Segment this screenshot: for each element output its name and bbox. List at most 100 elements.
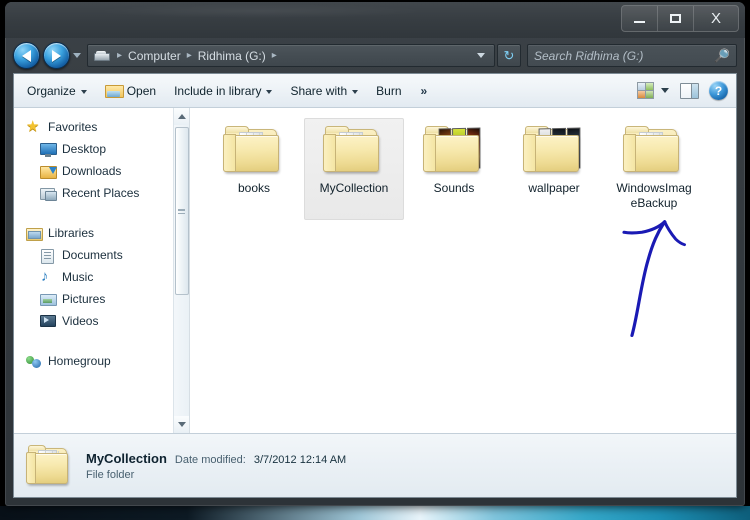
preview-pane-icon[interactable] — [680, 82, 699, 99]
desktop-icon — [40, 142, 57, 157]
sidebar-item-music[interactable]: Music — [14, 266, 189, 288]
file-item-label: books — [237, 181, 271, 195]
sidebar-item-label: Homegroup — [48, 354, 111, 368]
views-grid-icon[interactable] — [637, 82, 654, 99]
breadcrumb-separator: ▸ — [271, 49, 277, 61]
file-item-label: WindowsImageBackup — [616, 181, 692, 210]
sidebar-item-homegroup[interactable]: Homegroup — [14, 350, 189, 372]
views-dropdown-icon[interactable] — [661, 88, 669, 93]
back-button[interactable] — [13, 42, 40, 69]
folder-icon — [26, 444, 72, 487]
sidebar-item-recent-places[interactable]: Recent Places — [14, 182, 189, 204]
breadcrumb-separator: ▸ — [186, 49, 192, 61]
scroll-up-arrow-icon — [177, 114, 186, 119]
folder-icon — [223, 125, 285, 175]
burn-button[interactable]: Burn — [367, 78, 410, 104]
folder-icon — [623, 125, 685, 175]
maximize-button[interactable] — [658, 6, 694, 31]
file-item-mycollection[interactable]: MyCollection — [304, 118, 404, 220]
close-button[interactable]: X — [694, 6, 738, 31]
file-item-windowsimagebackup[interactable]: WindowsImageBackup — [604, 118, 704, 220]
sidebar-item-label: Desktop — [62, 142, 107, 156]
homegroup-icon — [26, 354, 42, 369]
sidebar-item-favorites[interactable]: Favorites — [14, 116, 189, 138]
breadcrumb-item-computer[interactable]: Computer — [128, 49, 181, 63]
sidebar-item-label: Recent Places — [62, 186, 140, 200]
sidebar-item-downloads[interactable]: Downloads — [14, 160, 189, 182]
sidebar-item-documents[interactable]: Documents — [14, 244, 189, 266]
music-icon — [40, 268, 56, 285]
nav-group-libraries: Libraries Documents Music Pictures — [14, 222, 189, 332]
details-primary-line: MyCollection Date modified: 3/7/2012 12:… — [86, 451, 346, 466]
minimize-icon — [634, 21, 645, 23]
toolbar-overflow-button[interactable]: » — [411, 84, 437, 98]
scroll-down-arrow-icon — [177, 422, 186, 427]
file-item-sounds[interactable]: Sounds — [404, 118, 504, 220]
address-bar-row: ▸ Computer ▸ Ridhima (G:) ▸ ↻ Search Rid… — [5, 38, 745, 73]
toolbar-right-group: ? — [637, 81, 732, 100]
details-date-modified-value: 3/7/2012 12:14 AM — [253, 453, 347, 466]
title-bar[interactable]: X — [5, 2, 745, 38]
details-pane: MyCollection Date modified: 3/7/2012 12:… — [14, 433, 736, 497]
sidebar-item-libraries[interactable]: Libraries — [14, 222, 189, 244]
breadcrumb-separator: ▸ — [117, 49, 123, 61]
views-cell — [646, 91, 653, 98]
sidebar-item-label: Pictures — [62, 292, 106, 306]
downloads-folder-icon — [40, 164, 57, 179]
refresh-icon: ↻ — [503, 48, 515, 63]
preview-pane-right — [691, 83, 698, 98]
share-with-button[interactable]: Share with — [281, 78, 367, 104]
help-button[interactable]: ? — [709, 81, 728, 100]
explorer-window: X ▸ Computer ▸ Ridhima (G:) ▸ ↻ Search R… — [5, 2, 745, 506]
address-bar[interactable]: ▸ Computer ▸ Ridhima (G:) ▸ — [87, 44, 495, 67]
views-cell — [638, 91, 645, 98]
file-item-label: MyCollection — [319, 181, 389, 195]
share-with-label: Share with — [290, 83, 348, 98]
include-in-library-label: Include in library — [174, 83, 262, 98]
breadcrumb-item-drive[interactable]: Ridhima (G:) — [198, 49, 266, 63]
organize-button[interactable]: Organize — [18, 78, 96, 104]
videos-icon — [40, 314, 56, 329]
file-item-books[interactable]: books — [204, 118, 304, 220]
sidebar-item-pictures[interactable]: Pictures — [14, 288, 189, 310]
chevron-down-icon — [352, 89, 359, 94]
recent-places-icon — [40, 186, 57, 201]
scrollbar-track[interactable] — [174, 125, 190, 416]
navigation-pane-scrollbar[interactable] — [173, 108, 189, 433]
folder-flap — [523, 134, 536, 172]
sidebar-item-videos[interactable]: Videos — [14, 310, 189, 332]
forward-button[interactable] — [43, 42, 70, 69]
folder-icon — [423, 125, 485, 175]
sidebar-item-desktop[interactable]: Desktop — [14, 138, 189, 160]
scroll-down-button[interactable] — [173, 416, 189, 433]
window-controls: X — [621, 5, 739, 32]
open-button[interactable]: Open — [96, 78, 165, 104]
views-cell — [638, 83, 645, 90]
chevron-down-icon — [266, 89, 273, 94]
folder-art — [26, 444, 72, 487]
chevron-down-icon[interactable] — [477, 53, 485, 58]
file-list-pane[interactable]: books MyCollection Sounds wallpaper Wind… — [190, 108, 736, 433]
include-in-library-button[interactable]: Include in library — [165, 78, 281, 104]
sidebar-item-label: Favorites — [48, 120, 98, 134]
file-item-wallpaper[interactable]: wallpaper — [504, 118, 604, 220]
sidebar-item-label: Documents — [62, 248, 123, 262]
scroll-up-button[interactable] — [173, 108, 189, 125]
details-item-type: File folder — [86, 468, 135, 481]
refresh-button[interactable]: ↻ — [497, 44, 521, 67]
search-input[interactable]: Search Ridhima (G:) 🔍 — [527, 44, 737, 67]
scrollbar-thumb[interactable] — [174, 127, 189, 295]
folder-flap — [323, 134, 336, 172]
maximize-icon — [670, 14, 681, 23]
folder-flap — [623, 134, 636, 172]
chevron-down-icon — [80, 89, 87, 94]
minimize-button[interactable] — [622, 6, 658, 31]
burn-label: Burn — [376, 83, 402, 98]
organize-label: Organize — [27, 83, 76, 98]
breadcrumb: ▸ Computer ▸ Ridhima (G:) ▸ — [93, 49, 477, 63]
history-dropdown-icon[interactable] — [73, 53, 81, 58]
folder-icon — [523, 125, 585, 175]
sidebar-item-label: Videos — [62, 314, 99, 328]
sidebar-item-label: Downloads — [62, 164, 122, 178]
